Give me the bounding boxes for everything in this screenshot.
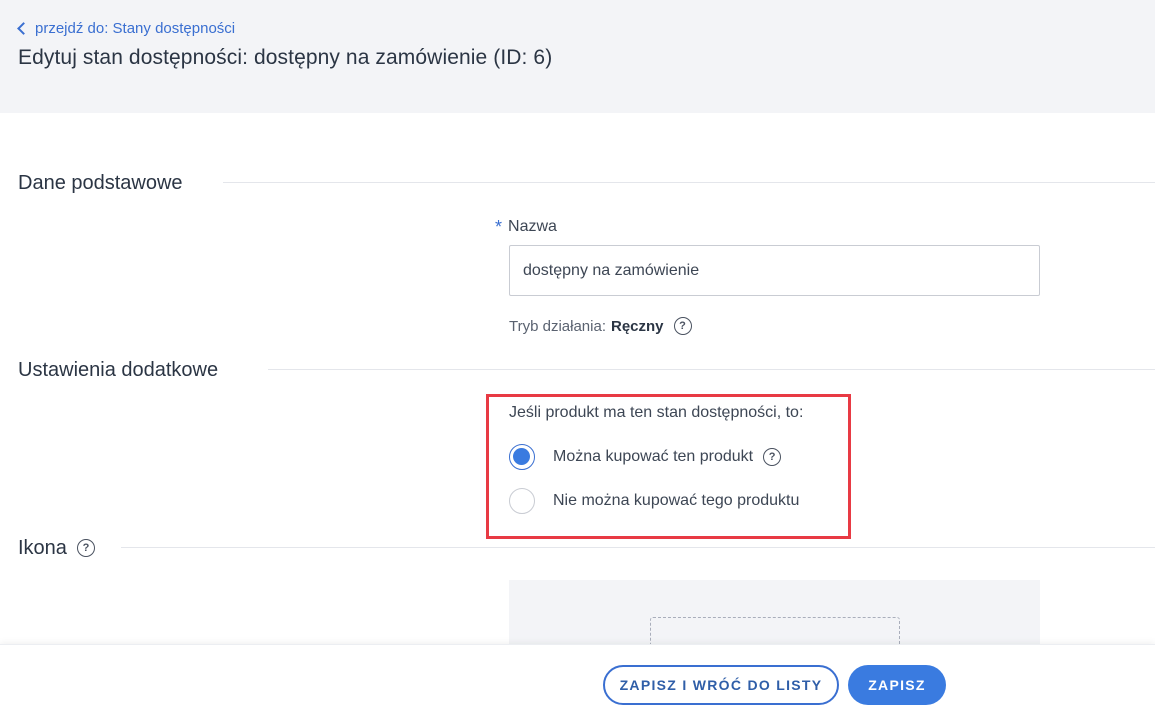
icon-section-label: Ikona bbox=[18, 536, 67, 559]
section-divider bbox=[121, 547, 1155, 548]
name-label-text: Nazwa bbox=[508, 218, 557, 235]
help-icon[interactable]: ? bbox=[763, 448, 782, 466]
name-input[interactable] bbox=[509, 245, 1040, 296]
radio-option-cannot-buy[interactable]: Nie można kupować tego produktu bbox=[509, 488, 799, 514]
radio-option-can-buy[interactable]: Można kupować ten produkt ? bbox=[509, 444, 782, 470]
edit-availability-page: przejdź do: Stany dostępności Edytuj sta… bbox=[0, 0, 1155, 712]
section-title-additional: Ustawienia dodatkowe bbox=[18, 358, 219, 381]
section-title-basic: Dane podstawowe bbox=[18, 171, 183, 194]
section-divider bbox=[223, 182, 1155, 183]
radio-button-checked[interactable] bbox=[509, 444, 535, 470]
name-field-label: * Nazwa bbox=[495, 218, 557, 236]
page-header: przejdź do: Stany dostępności Edytuj sta… bbox=[0, 0, 1155, 113]
required-mark: * bbox=[495, 217, 503, 237]
back-link[interactable]: przejdź do: Stany dostępności bbox=[17, 18, 235, 38]
section-divider bbox=[268, 369, 1155, 370]
save-and-back-button[interactable]: ZAPISZ I WRÓĆ DO LISTY bbox=[603, 665, 839, 705]
radio-label: Nie można kupować tego produktu bbox=[553, 492, 800, 509]
section-title-icon: Ikona ? bbox=[18, 534, 95, 562]
footer-bar: ZAPISZ I WRÓĆ DO LISTY ZAPISZ bbox=[0, 644, 1155, 712]
chevron-left-icon bbox=[17, 22, 30, 35]
mode-label: Tryb działania: bbox=[509, 317, 606, 335]
radio-label: Można kupować ten produkt bbox=[553, 448, 754, 465]
mode-row: Tryb działania: Ręczny ? bbox=[509, 316, 692, 336]
page-title: Edytuj stan dostępności: dostępny na zam… bbox=[18, 46, 553, 69]
help-icon[interactable]: ? bbox=[76, 539, 95, 557]
radio-button-unchecked[interactable] bbox=[509, 488, 535, 514]
save-button[interactable]: ZAPISZ bbox=[848, 665, 946, 705]
mode-value: Ręczny bbox=[611, 317, 664, 335]
purchase-question: Jeśli produkt ma ten stan dostępności, t… bbox=[509, 404, 804, 421]
back-link-label: przejdź do: Stany dostępności bbox=[35, 19, 236, 37]
help-icon[interactable]: ? bbox=[673, 317, 692, 335]
